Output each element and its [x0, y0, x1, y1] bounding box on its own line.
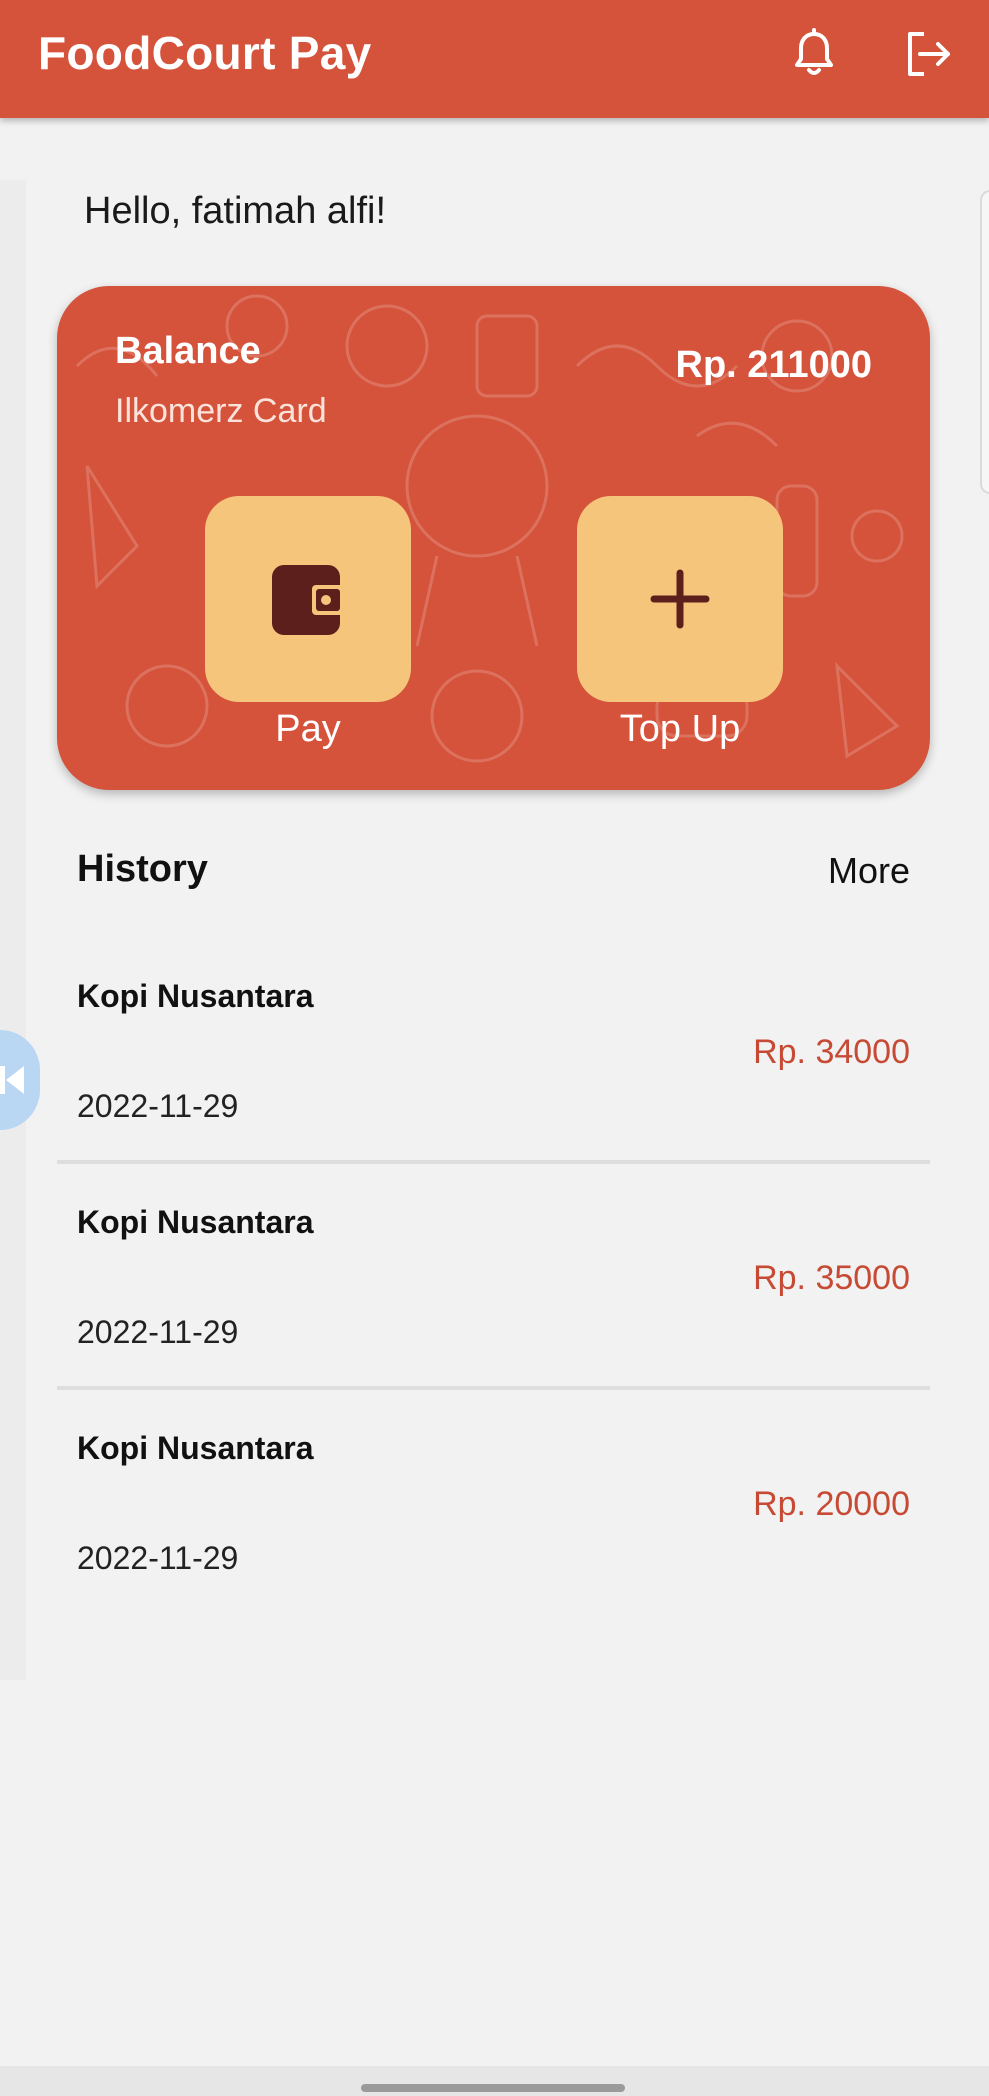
- history-title: History: [77, 848, 208, 890]
- history-item[interactable]: Kopi Nusantara Rp. 35000 2022-11-29: [57, 1164, 930, 1390]
- top-up-label: Top Up: [619, 708, 741, 750]
- card-name: Ilkomerz Card: [115, 392, 327, 430]
- pay-button[interactable]: Pay: [205, 496, 411, 751]
- wallet-icon: [272, 565, 344, 635]
- logout-icon[interactable]: [900, 26, 956, 82]
- collapse-arrow-icon: [0, 1066, 24, 1094]
- balance-label: Balance: [115, 330, 261, 372]
- merchant-name: Kopi Nusantara: [77, 1204, 314, 1240]
- top-up-tile[interactable]: [577, 496, 783, 702]
- left-edge-strip: [0, 180, 26, 1680]
- history-list: Kopi Nusantara Rp. 34000 2022-11-29 Kopi…: [57, 938, 930, 1616]
- scroll-indicator[interactable]: [980, 190, 989, 494]
- balance-card: Balance Ilkomerz Card Rp. 211000 Pay Top…: [57, 286, 930, 790]
- greeting-text: Hello, fatimah alfi!: [84, 190, 387, 232]
- history-item[interactable]: Kopi Nusantara Rp. 34000 2022-11-29: [57, 938, 930, 1164]
- plus-icon: [650, 569, 710, 629]
- merchant-name: Kopi Nusantara: [77, 1430, 314, 1466]
- app-bar: FoodCourt Pay: [0, 0, 989, 118]
- balance-amount: Rp. 211000: [675, 344, 872, 386]
- history-item[interactable]: Kopi Nusantara Rp. 20000 2022-11-29: [57, 1390, 930, 1616]
- history-more-link[interactable]: More: [828, 850, 910, 892]
- app-title: FoodCourt Pay: [38, 27, 372, 79]
- bell-icon[interactable]: [786, 26, 842, 82]
- pay-tile[interactable]: [205, 496, 411, 702]
- merchant-name: Kopi Nusantara: [77, 978, 314, 1014]
- gesture-handle[interactable]: [361, 2084, 625, 2092]
- transaction-amount: Rp. 20000: [753, 1485, 910, 1523]
- transaction-date: 2022-11-29: [77, 1088, 239, 1124]
- floating-side-button[interactable]: [0, 1030, 40, 1130]
- transaction-date: 2022-11-29: [77, 1314, 239, 1350]
- pay-label: Pay: [275, 708, 341, 750]
- app-screen: FoodCourt Pay Hello, fatimah alfi! Balan…: [0, 0, 989, 2096]
- transaction-amount: Rp. 34000: [753, 1033, 910, 1071]
- transaction-date: 2022-11-29: [77, 1540, 239, 1576]
- transaction-amount: Rp. 35000: [753, 1259, 910, 1297]
- top-up-button[interactable]: Top Up: [577, 496, 783, 751]
